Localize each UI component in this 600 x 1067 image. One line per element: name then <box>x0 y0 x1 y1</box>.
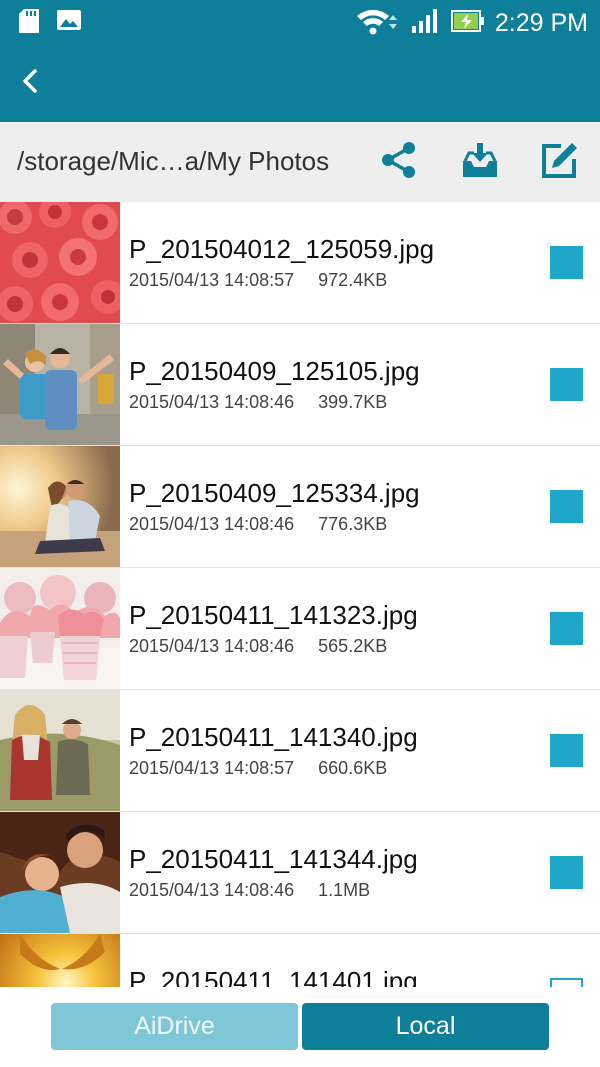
file-size: 399.7KB <box>318 392 388 412</box>
signal-icon <box>411 8 441 39</box>
select-checkbox[interactable] <box>550 368 583 401</box>
photo-thumbnail <box>0 690 120 811</box>
photo-thumbnail <box>0 202 120 323</box>
file-name: P_20150411_141344.jpg <box>129 844 418 874</box>
file-date: 2015/04/13 14:08:46 <box>129 880 295 900</box>
select-checkbox[interactable] <box>550 856 583 889</box>
file-date: 2015/04/13 14:08:57 <box>129 270 295 290</box>
file-meta: 2015/04/13 14:08:46 1.1MB <box>129 880 370 901</box>
file-row[interactable]: P_20150411_141401.jpg <box>0 934 600 987</box>
edit-button[interactable] <box>540 142 580 182</box>
select-checkbox[interactable] <box>550 490 583 523</box>
battery-charging-icon <box>450 9 485 38</box>
select-checkbox[interactable] <box>550 246 583 279</box>
wifi-icon <box>355 6 401 41</box>
photo-thumbnail <box>0 446 120 567</box>
bottom-tab-bar: AiDrive Local <box>0 987 600 1067</box>
file-meta: 2015/04/13 14:08:57 972.4KB <box>129 270 387 291</box>
action-bar <box>0 44 600 122</box>
file-name: P_20150411_141340.jpg <box>129 722 418 752</box>
photo-thumbnail <box>0 324 120 445</box>
file-row[interactable]: P_20150411_141323.jpg 2015/04/13 14:08:4… <box>0 568 600 690</box>
file-date: 2015/04/13 14:08:46 <box>129 392 295 412</box>
select-checkbox[interactable] <box>550 978 583 987</box>
tab-aidrive[interactable]: AiDrive <box>51 1003 298 1050</box>
photo-thumbnail <box>0 568 120 689</box>
sd-card-icon <box>18 8 40 39</box>
share-button[interactable] <box>379 141 419 184</box>
file-meta: 2015/04/13 14:08:57 660.6KB <box>129 758 387 779</box>
photo-thumbnail <box>0 812 120 933</box>
file-date: 2015/04/13 14:08:57 <box>129 758 295 778</box>
photo-thumbnail <box>0 934 120 987</box>
file-row[interactable]: P_20150409_125334.jpg 2015/04/13 14:08:4… <box>0 446 600 568</box>
status-time: 2:29 PM <box>494 9 588 37</box>
file-date: 2015/04/13 14:08:46 <box>129 514 295 534</box>
file-size: 776.3KB <box>318 514 388 534</box>
file-list: P_201504012_125059.jpg 2015/04/13 14:08:… <box>0 202 600 987</box>
file-date: 2015/04/13 14:08:46 <box>129 636 295 656</box>
download-button[interactable] <box>460 142 500 182</box>
file-row[interactable]: P_20150409_125105.jpg 2015/04/13 14:08:4… <box>0 324 600 446</box>
file-row[interactable]: P_20150411_141340.jpg 2015/04/13 14:08:5… <box>0 690 600 812</box>
file-size: 660.6KB <box>318 758 388 778</box>
file-name: P_20150409_125105.jpg <box>129 356 420 386</box>
select-checkbox[interactable] <box>550 612 583 645</box>
file-row[interactable]: P_20150411_141344.jpg 2015/04/13 14:08:4… <box>0 812 600 934</box>
share-icon <box>380 141 418 184</box>
file-name: P_20150409_125334.jpg <box>129 478 420 508</box>
file-name: P_20150411_141323.jpg <box>129 600 418 630</box>
file-meta: 2015/04/13 14:08:46 776.3KB <box>129 514 387 535</box>
select-checkbox[interactable] <box>550 734 583 767</box>
path-bar: /storage/Mic…a/My Photos <box>0 122 600 202</box>
file-meta: 2015/04/13 14:08:46 565.2KB <box>129 636 387 657</box>
file-row[interactable]: P_201504012_125059.jpg 2015/04/13 14:08:… <box>0 202 600 324</box>
tab-local[interactable]: Local <box>302 1003 549 1050</box>
file-name: P_201504012_125059.jpg <box>129 234 435 264</box>
file-name: P_20150411_141401.jpg <box>129 966 418 987</box>
current-path: /storage/Mic…a/My Photos <box>17 146 330 176</box>
status-bar: 2:29 PM <box>0 0 600 44</box>
file-meta: 2015/04/13 14:08:46 399.7KB <box>129 392 387 413</box>
file-size: 972.4KB <box>318 270 388 290</box>
download-icon <box>461 141 499 184</box>
file-size: 1.1MB <box>318 880 371 900</box>
file-size: 565.2KB <box>318 636 388 656</box>
edit-icon <box>541 141 579 184</box>
image-notification-icon <box>56 8 82 39</box>
back-button[interactable] <box>10 63 50 103</box>
back-arrow-icon <box>19 68 41 99</box>
